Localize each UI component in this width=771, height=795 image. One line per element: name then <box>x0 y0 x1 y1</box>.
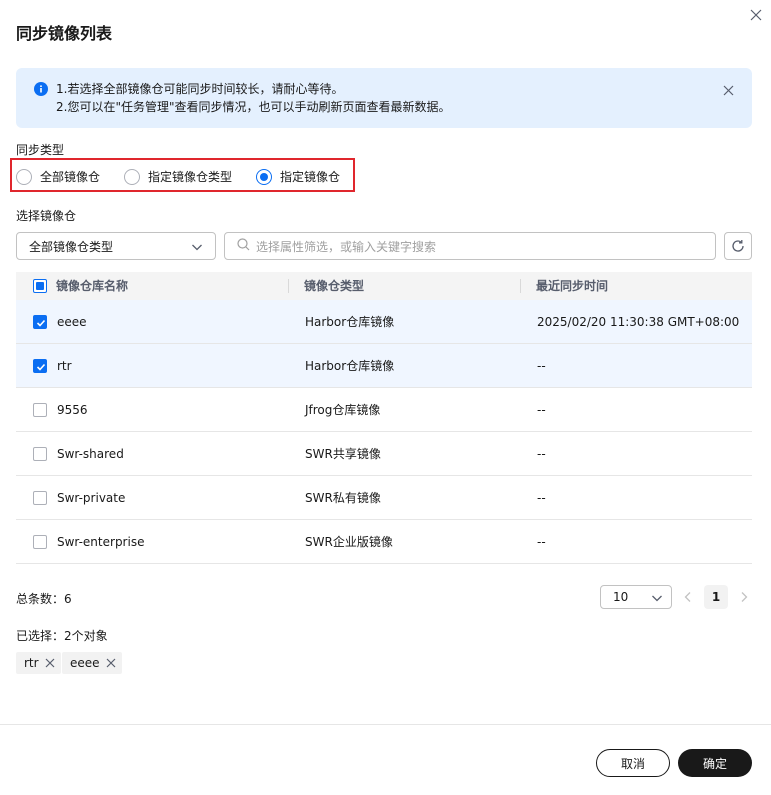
tag-remove-button[interactable] <box>106 658 116 668</box>
tag-label: eeee <box>70 656 100 670</box>
repo-name: Swr-private <box>57 491 126 505</box>
cancel-button[interactable]: 取消 <box>596 749 670 777</box>
radio-label: 全部镜像仓 <box>40 170 101 184</box>
footer-divider <box>0 724 771 725</box>
info-alert: 1.若选择全部镜像仓可能同步时间较长，请耐心等待。 2.您可以在"任务管理"查看… <box>16 68 752 128</box>
repo-type: Harbor仓库镜像 <box>305 315 395 329</box>
repo-name: eeee <box>57 315 87 329</box>
selected-tag: rtr <box>16 652 61 674</box>
chevron-down-icon <box>651 592 663 607</box>
dialog-title: 同步镜像列表 <box>16 24 113 43</box>
radio-label: 指定镜像仓类型 <box>148 170 233 184</box>
select-repo-label: 选择镜像仓 <box>16 209 77 223</box>
table-header: 镜像仓库名称 镜像仓类型 最近同步时间 <box>16 272 752 300</box>
sync-type-radio-group: 全部镜像仓 指定镜像仓类型 指定镜像仓 <box>10 158 355 192</box>
select-all-checkbox[interactable] <box>33 279 47 293</box>
repo-type: SWR企业版镜像 <box>305 535 393 549</box>
page-size-value: 10 <box>613 590 629 604</box>
sync-time: -- <box>537 491 546 505</box>
tag-remove-button[interactable] <box>45 658 55 668</box>
row-checkbox[interactable] <box>33 315 47 329</box>
refresh-button[interactable] <box>724 232 752 260</box>
column-divider <box>520 279 521 293</box>
row-checkbox[interactable] <box>33 491 47 505</box>
confirm-button[interactable]: 确定 <box>678 749 752 777</box>
radio-repo-type[interactable]: 指定镜像仓类型 <box>124 168 232 185</box>
sync-time: -- <box>537 535 546 549</box>
info-icon <box>34 82 48 99</box>
table-row[interactable]: Swr-shared SWR共享镜像 -- <box>16 432 752 476</box>
column-header-type: 镜像仓类型 <box>304 279 365 293</box>
row-checkbox[interactable] <box>33 447 47 461</box>
close-icon <box>723 85 733 95</box>
repo-type: SWR私有镜像 <box>305 491 381 505</box>
tag-label: rtr <box>24 656 39 670</box>
radio-circle <box>124 168 140 185</box>
page-size-select[interactable]: 10 <box>600 585 672 609</box>
repo-type: SWR共享镜像 <box>305 447 381 461</box>
selected-count: 已选择：2个对象 <box>16 629 108 643</box>
search-placeholder: 选择属性筛选，或输入关键字搜索 <box>256 239 437 254</box>
sync-time: 2025/02/20 11:30:38 GMT+08:00 <box>537 315 740 329</box>
sync-time: -- <box>537 447 546 461</box>
selected-tag: eeee <box>62 652 122 674</box>
radio-specific-repo[interactable]: 指定镜像仓 <box>256 168 340 185</box>
repo-name: Swr-enterprise <box>57 535 145 549</box>
radio-circle-selected <box>256 168 272 185</box>
total-count: 总条数：6 <box>16 592 72 606</box>
dialog-close-button[interactable] <box>745 4 767 26</box>
prev-page-button[interactable] <box>680 587 696 607</box>
table-row[interactable]: Swr-enterprise SWR企业版镜像 -- <box>16 520 752 564</box>
sync-time: -- <box>537 359 546 373</box>
column-divider <box>288 279 289 293</box>
repo-name: rtr <box>57 359 72 373</box>
row-checkbox[interactable] <box>33 359 47 373</box>
close-icon <box>45 658 55 668</box>
row-checkbox[interactable] <box>33 403 47 417</box>
radio-label: 指定镜像仓 <box>280 170 341 184</box>
radio-all-repos[interactable]: 全部镜像仓 <box>16 168 100 185</box>
column-header-name: 镜像仓库名称 <box>56 279 129 293</box>
repo-name: 9556 <box>57 403 88 417</box>
chevron-down-icon <box>191 241 203 256</box>
radio-circle <box>16 168 32 185</box>
repo-name: Swr-shared <box>57 447 124 461</box>
close-icon <box>750 9 762 21</box>
repo-table: 镜像仓库名称 镜像仓类型 最近同步时间 eeee Harbor仓库镜像 2025… <box>16 272 752 564</box>
chevron-left-icon <box>684 592 691 602</box>
close-icon <box>106 658 115 668</box>
alert-line-1: 1.若选择全部镜像仓可能同步时间较长，请耐心等待。 <box>56 82 344 96</box>
next-page-button[interactable] <box>736 587 752 607</box>
table-row[interactable]: eeee Harbor仓库镜像 2025/02/20 11:30:38 GMT+… <box>16 300 752 344</box>
table-row[interactable]: 9556 Jfrog仓库镜像 -- <box>16 388 752 432</box>
alert-close-button[interactable] <box>718 80 738 100</box>
alert-line-2: 2.您可以在"任务管理"查看同步情况，也可以手动刷新页面查看最新数据。 <box>56 100 451 114</box>
chevron-right-icon <box>741 592 748 602</box>
repo-type-select-value: 全部镜像仓类型 <box>29 239 114 254</box>
table-row[interactable]: rtr Harbor仓库镜像 -- <box>16 344 752 388</box>
row-checkbox[interactable] <box>33 535 47 549</box>
search-icon <box>237 238 250 254</box>
sync-type-label: 同步类型 <box>16 143 65 157</box>
page-number-current[interactable]: 1 <box>704 585 728 609</box>
repo-type: Harbor仓库镜像 <box>305 359 395 373</box>
column-header-sync-time: 最近同步时间 <box>536 279 609 293</box>
search-input[interactable]: 选择属性筛选，或输入关键字搜索 <box>224 232 716 260</box>
repo-type-select[interactable]: 全部镜像仓类型 <box>16 232 216 260</box>
table-row[interactable]: Swr-private SWR私有镜像 -- <box>16 476 752 520</box>
refresh-icon <box>732 240 744 252</box>
repo-type: Jfrog仓库镜像 <box>305 403 381 417</box>
sync-time: -- <box>537 403 546 417</box>
